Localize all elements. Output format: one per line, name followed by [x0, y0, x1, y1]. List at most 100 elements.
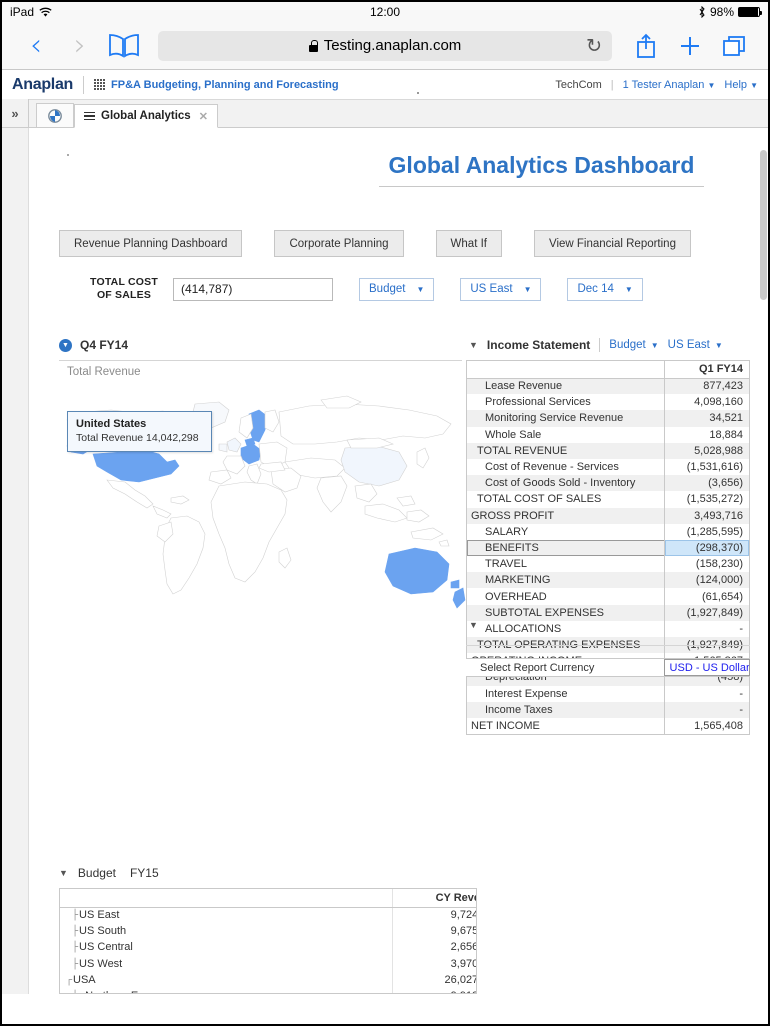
- table-row[interactable]: ┌USA26,027,04751: [60, 972, 477, 988]
- table-row[interactable]: OVERHEAD(61,654): [467, 588, 749, 604]
- button-corporate-planning[interactable]: Corporate Planning: [274, 230, 403, 257]
- row-value[interactable]: (1,927,849): [664, 605, 749, 621]
- row-value[interactable]: 34,521: [664, 410, 749, 426]
- table-row[interactable]: Cost of Revenue - Services(1,531,616): [467, 459, 749, 475]
- forward-button[interactable]: ›: [58, 31, 102, 61]
- row-cy-revenue[interactable]: 9,724,458: [392, 907, 477, 923]
- table-row[interactable]: TOTAL REVENUE5,028,988: [467, 443, 749, 459]
- help-menu[interactable]: Help ▼: [724, 79, 758, 91]
- budget-year-label: FY15: [130, 866, 159, 880]
- currency-selector-table[interactable]: Select Report Currency USD - US Dollar: [466, 658, 750, 677]
- reload-icon[interactable]: ↻: [586, 35, 602, 57]
- row-cy-revenue[interactable]: 3,970,731: [392, 956, 477, 972]
- refresh-tab-button[interactable]: [36, 103, 74, 127]
- table-row[interactable]: GROSS PROFIT3,493,716: [467, 508, 749, 524]
- currency-value[interactable]: USD - US Dollar: [664, 660, 749, 676]
- tab-global-analytics[interactable]: Global Analytics ✕: [74, 104, 218, 128]
- table-row[interactable]: ├US Central2,656,5989: [60, 939, 477, 955]
- table-row[interactable]: TRAVEL(158,230): [467, 556, 749, 572]
- row-value[interactable]: (3,656): [664, 475, 749, 491]
- row-cy-revenue[interactable]: 2,656,598: [392, 939, 477, 955]
- circle-caret-down-icon[interactable]: ▼: [59, 339, 72, 352]
- new-tab-button[interactable]: [668, 34, 712, 58]
- row-value[interactable]: 877,423: [664, 378, 749, 394]
- is-selector-version[interactable]: Budget ▼: [609, 339, 658, 351]
- table-row[interactable]: SUBTOTAL EXPENSES(1,927,849): [467, 605, 749, 621]
- grid-apps-icon[interactable]: [94, 79, 105, 90]
- row-cy-revenue[interactable]: 9,675,261: [392, 923, 477, 939]
- row-value[interactable]: (1,285,595): [664, 524, 749, 540]
- caret-down-icon[interactable]: ▼: [59, 868, 68, 878]
- budget-revenue-table[interactable]: CY Revenue PY Revenue ├US East9,724,4582…: [59, 888, 477, 994]
- table-row[interactable]: Cost of Goods Sold - Inventory(3,656): [467, 475, 749, 491]
- close-x-icon[interactable]: ✕: [199, 110, 208, 123]
- table-row[interactable]: Income Taxes-: [467, 702, 749, 718]
- table-row[interactable]: NET INCOME1,565,408: [467, 718, 749, 734]
- table-row[interactable]: Professional Services4,098,160: [467, 394, 749, 410]
- selector-region[interactable]: US East ▼: [460, 278, 541, 301]
- table-row[interactable]: MARKETING(124,000): [467, 572, 749, 588]
- button-revenue-planning-dashboard[interactable]: Revenue Planning Dashboard: [59, 230, 242, 257]
- row-value[interactable]: (124,000): [664, 572, 749, 588]
- back-button[interactable]: ‹: [14, 31, 58, 61]
- tcs-label-line2: OF SALES: [84, 289, 164, 302]
- row-cy-revenue[interactable]: 26,027,047: [392, 972, 477, 988]
- table-row[interactable]: ├US South9,675,26117: [60, 923, 477, 939]
- header-blank: [60, 889, 392, 907]
- row-value[interactable]: -: [664, 621, 749, 637]
- user-menu[interactable]: 1 Tester Anaplan ▼: [623, 79, 716, 91]
- decorative-dot: [67, 154, 69, 156]
- caret-down-icon[interactable]: ▼: [469, 340, 478, 350]
- row-value[interactable]: 18,884: [664, 427, 749, 443]
- button-view-financial-reporting[interactable]: View Financial Reporting: [534, 230, 691, 257]
- row-value[interactable]: (1,535,272): [664, 491, 749, 507]
- table-row[interactable]: ├US West3,970,7313: [60, 956, 477, 972]
- left-rail: [2, 128, 29, 994]
- tooltip-country: United States: [76, 418, 203, 430]
- table-row[interactable]: SALARY(1,285,595): [467, 524, 749, 540]
- row-value[interactable]: -: [664, 686, 749, 702]
- row-value[interactable]: (158,230): [664, 556, 749, 572]
- table-row[interactable]: Lease Revenue877,423: [467, 378, 749, 394]
- table-row[interactable]: ├US East9,724,45820: [60, 907, 477, 923]
- bookmarks-button[interactable]: [102, 33, 146, 59]
- row-label: Whole Sale: [467, 427, 664, 443]
- table-row[interactable]: Whole Sale18,884: [467, 427, 749, 443]
- row-value[interactable]: 5,028,988: [664, 443, 749, 459]
- table-row[interactable]: Interest Expense-: [467, 686, 749, 702]
- currency-collapse-icon[interactable]: ▼: [469, 620, 478, 630]
- show-tabs-button[interactable]: [712, 34, 756, 58]
- button-what-if[interactable]: What If: [436, 230, 502, 257]
- hamburger-icon[interactable]: [84, 112, 95, 121]
- income-statement-table[interactable]: Q1 FY14 Lease Revenue877,423Professional…: [466, 360, 750, 735]
- url-text: Testing.anaplan.com: [324, 37, 462, 54]
- table-row[interactable]: Monitoring Service Revenue34,521: [467, 410, 749, 426]
- dashboard-scrollbar[interactable]: [759, 128, 768, 994]
- table-row[interactable]: Select Report Currency USD - US Dollar: [466, 660, 750, 676]
- decorative-dot: [417, 92, 419, 94]
- row-value[interactable]: 1,565,408: [664, 718, 749, 734]
- selector-period[interactable]: Dec 14 ▼: [567, 278, 642, 301]
- selector-version[interactable]: Budget ▼: [359, 278, 434, 301]
- row-label: ┌USA: [60, 972, 392, 988]
- is-selector-region[interactable]: US East ▼: [668, 339, 723, 351]
- row-value[interactable]: (298,370): [664, 540, 749, 556]
- row-value[interactable]: -: [664, 702, 749, 718]
- row-value[interactable]: 3,493,716: [664, 508, 749, 524]
- total-cost-of-sales-input[interactable]: (414,787): [173, 278, 333, 301]
- table-row[interactable]: ALLOCATIONS-: [467, 621, 749, 637]
- sidebar-expander-button[interactable]: »: [2, 99, 29, 127]
- table-row[interactable]: │┌Northern Europe9,913,3767: [60, 988, 477, 994]
- row-value[interactable]: (1,531,616): [664, 459, 749, 475]
- tabs-icon: [721, 34, 747, 58]
- table-row[interactable]: TOTAL COST OF SALES(1,535,272): [467, 491, 749, 507]
- scrollbar-thumb[interactable]: [760, 150, 767, 300]
- row-cy-revenue[interactable]: 9,913,376: [392, 988, 477, 994]
- row-value[interactable]: 4,098,160: [664, 394, 749, 410]
- row-value[interactable]: (61,654): [664, 588, 749, 604]
- address-bar[interactable]: Testing.anaplan.com ↻: [158, 31, 612, 61]
- row-label: Monitoring Service Revenue: [467, 410, 664, 426]
- model-name[interactable]: FP&A Budgeting, Planning and Forecasting: [111, 79, 339, 91]
- share-button[interactable]: [624, 33, 668, 59]
- table-row-selected[interactable]: BENEFITS(298,370): [467, 540, 749, 556]
